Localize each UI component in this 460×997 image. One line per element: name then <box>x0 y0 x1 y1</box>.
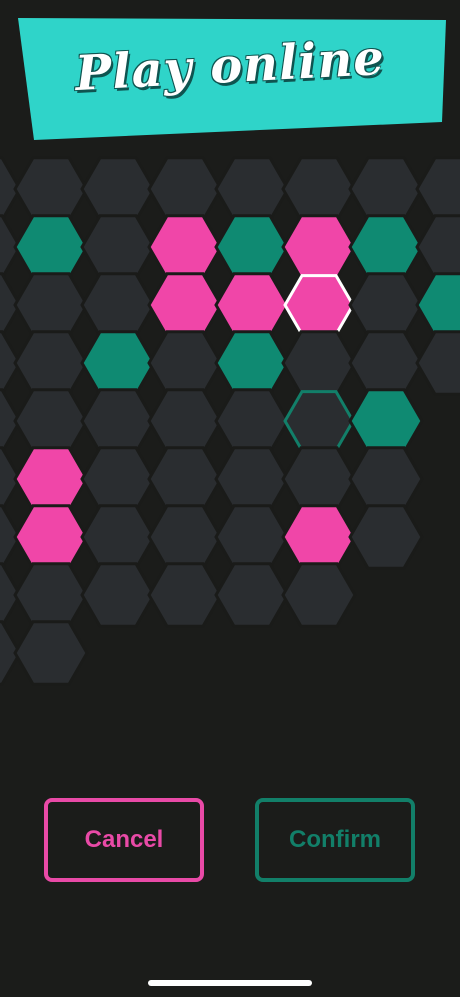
hex-cell-empty[interactable] <box>13 272 89 338</box>
hex-cell-empty[interactable] <box>348 330 424 396</box>
hex-cell-empty[interactable] <box>80 504 156 570</box>
hex-cell-empty[interactable] <box>214 504 290 570</box>
hex-cell-pink[interactable] <box>214 272 290 338</box>
home-indicator <box>148 980 312 986</box>
hex-cell-pink[interactable] <box>281 214 357 280</box>
cancel-button[interactable]: Cancel <box>44 798 204 882</box>
hex-cell-empty[interactable] <box>348 504 424 570</box>
hex-cell-green[interactable] <box>415 272 460 338</box>
hex-cell-empty[interactable] <box>281 330 357 396</box>
hex-cell-empty[interactable] <box>13 388 89 454</box>
hex-cell-empty[interactable] <box>80 446 156 512</box>
hex-cell-green[interactable] <box>348 388 424 454</box>
hex-cell-empty[interactable] <box>147 388 223 454</box>
hex-cell-green[interactable] <box>80 330 156 396</box>
hex-cell-pink[interactable] <box>147 214 223 280</box>
hex-cell-empty[interactable] <box>415 156 460 222</box>
hex-cell-empty[interactable] <box>80 156 156 222</box>
hex-cell-empty[interactable] <box>80 214 156 280</box>
hex-cell-empty[interactable] <box>80 562 156 628</box>
confirm-button[interactable]: Confirm <box>255 798 415 882</box>
hex-cell-empty[interactable] <box>281 446 357 512</box>
hex-cell-empty[interactable] <box>415 214 460 280</box>
hex-cell-empty[interactable] <box>348 272 424 338</box>
hex-cell-empty[interactable] <box>214 562 290 628</box>
hex-cell-empty[interactable] <box>214 446 290 512</box>
hex-cell-empty[interactable] <box>13 620 89 686</box>
hex-cell-green[interactable] <box>13 214 89 280</box>
hex-cell-empty[interactable] <box>147 156 223 222</box>
hex-cell-empty[interactable] <box>348 446 424 512</box>
hex-cell-green[interactable] <box>214 214 290 280</box>
hex-cell-empty[interactable] <box>13 562 89 628</box>
hex-cell-empty[interactable] <box>147 330 223 396</box>
hex-cell-pink[interactable] <box>147 272 223 338</box>
hex-cell-empty[interactable] <box>80 388 156 454</box>
hex-cell-empty[interactable] <box>13 156 89 222</box>
hex-cell-empty[interactable] <box>80 272 156 338</box>
hex-cell-pink[interactable] <box>13 446 89 512</box>
hex-cell-empty[interactable] <box>147 504 223 570</box>
hex-cell-empty[interactable] <box>147 446 223 512</box>
hex-cell-empty[interactable] <box>147 562 223 628</box>
hex-cell-green[interactable] <box>214 330 290 396</box>
hex-cell-empty[interactable] <box>281 156 357 222</box>
hex-cell-empty[interactable] <box>415 330 460 396</box>
hex-cell-empty[interactable] <box>214 156 290 222</box>
hex-cell-candidate[interactable] <box>283 390 355 452</box>
hex-cell-empty[interactable] <box>281 562 357 628</box>
hex-cell-empty[interactable] <box>214 388 290 454</box>
hex-cell-empty[interactable] <box>13 330 89 396</box>
hex-cell-selected[interactable] <box>283 274 355 336</box>
hex-cell-pink[interactable] <box>281 504 357 570</box>
hex-cell-pink[interactable] <box>13 504 89 570</box>
hex-cell-green[interactable] <box>348 214 424 280</box>
hex-cell-empty[interactable] <box>348 156 424 222</box>
